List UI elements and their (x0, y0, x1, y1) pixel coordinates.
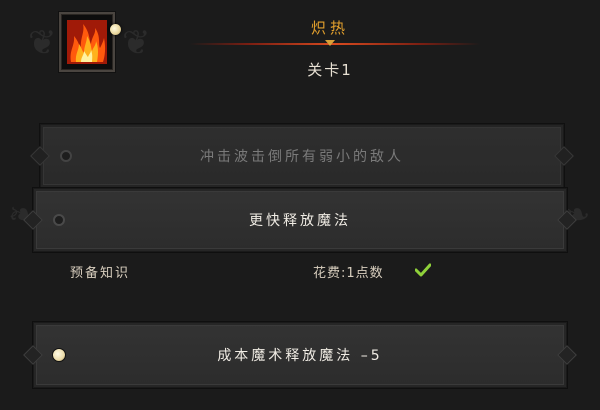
option-faster-cast[interactable]: 更快释放魔法 (33, 188, 567, 252)
option-label: 冲击波击倒所有弱小的敌人 (200, 149, 404, 165)
option-label: 更快释放魔法 (249, 213, 351, 229)
ornament-left: ❦ (28, 23, 57, 63)
option-label: 成本魔术释放魔法 –5 (217, 348, 383, 364)
prerequisite-label: 预备知识 (70, 266, 131, 281)
level-label: 关卡1 (307, 61, 353, 79)
title-divider (190, 43, 480, 45)
check-icon (415, 263, 431, 277)
fire-icon (67, 20, 107, 64)
indicator-dot (110, 24, 121, 35)
skill-icon-frame (59, 12, 121, 72)
option-shockwave[interactable]: 冲击波击倒所有弱小的敌人 (40, 124, 564, 188)
divider-arrow-icon (325, 40, 335, 46)
cost-label: 花费:1点数 (313, 266, 384, 281)
skill-title: 炽热 (310, 19, 349, 37)
ornament-right: ❦ (122, 23, 151, 63)
option-mana-cost[interactable]: 成本魔术释放魔法 –5 (33, 322, 567, 388)
